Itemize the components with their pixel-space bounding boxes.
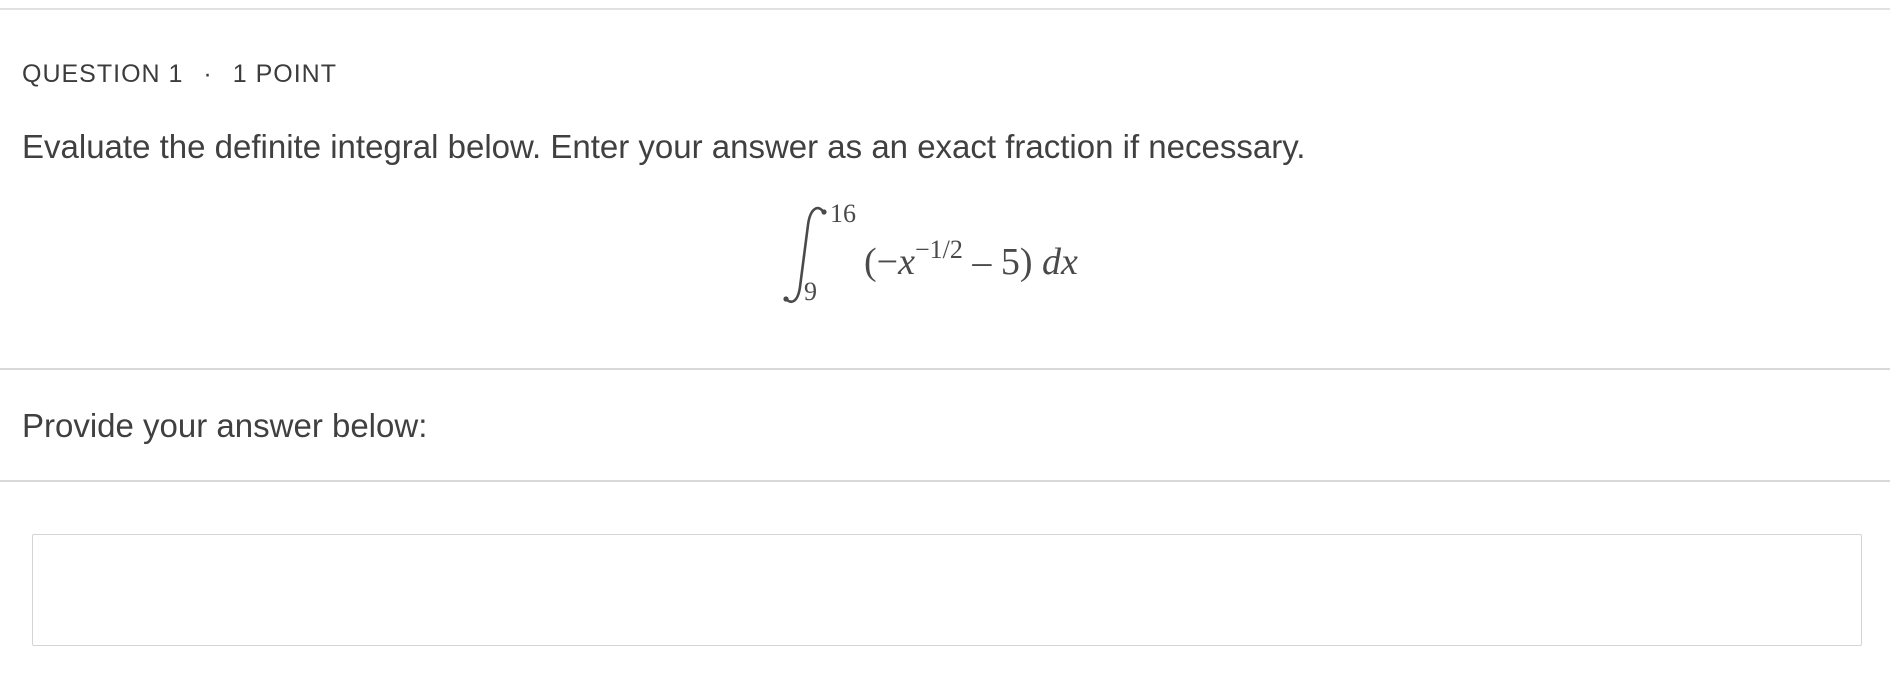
integrand-rest: – 5): [962, 241, 1043, 283]
exponent: −1/2: [914, 235, 963, 264]
negative-sign: −: [876, 241, 899, 283]
answer-input[interactable]: [32, 534, 1862, 646]
answer-prompt-label: Provide your answer below:: [22, 407, 428, 444]
answer-divider: [0, 480, 1890, 482]
question-prompt: Evaluate the definite integral below. En…: [22, 128, 1306, 165]
question-header: QUESTION 1 · 1 POINT: [22, 60, 337, 89]
question-number: QUESTION 1: [22, 60, 184, 88]
section-divider: [0, 368, 1890, 370]
integral-expression: 16 9 (−x−1/2 – 5) dx: [778, 195, 1138, 315]
lower-limit: 9: [804, 277, 817, 306]
top-divider: [0, 8, 1890, 10]
integrand: (−x−1/2 – 5) dx: [864, 235, 1078, 284]
question-points: 1 POINT: [232, 60, 337, 88]
header-separator: ·: [203, 60, 213, 88]
open-paren: (: [864, 241, 877, 283]
integrand-variable: x: [898, 241, 915, 283]
upper-limit: 16: [830, 199, 856, 228]
differential: dx: [1042, 241, 1078, 283]
